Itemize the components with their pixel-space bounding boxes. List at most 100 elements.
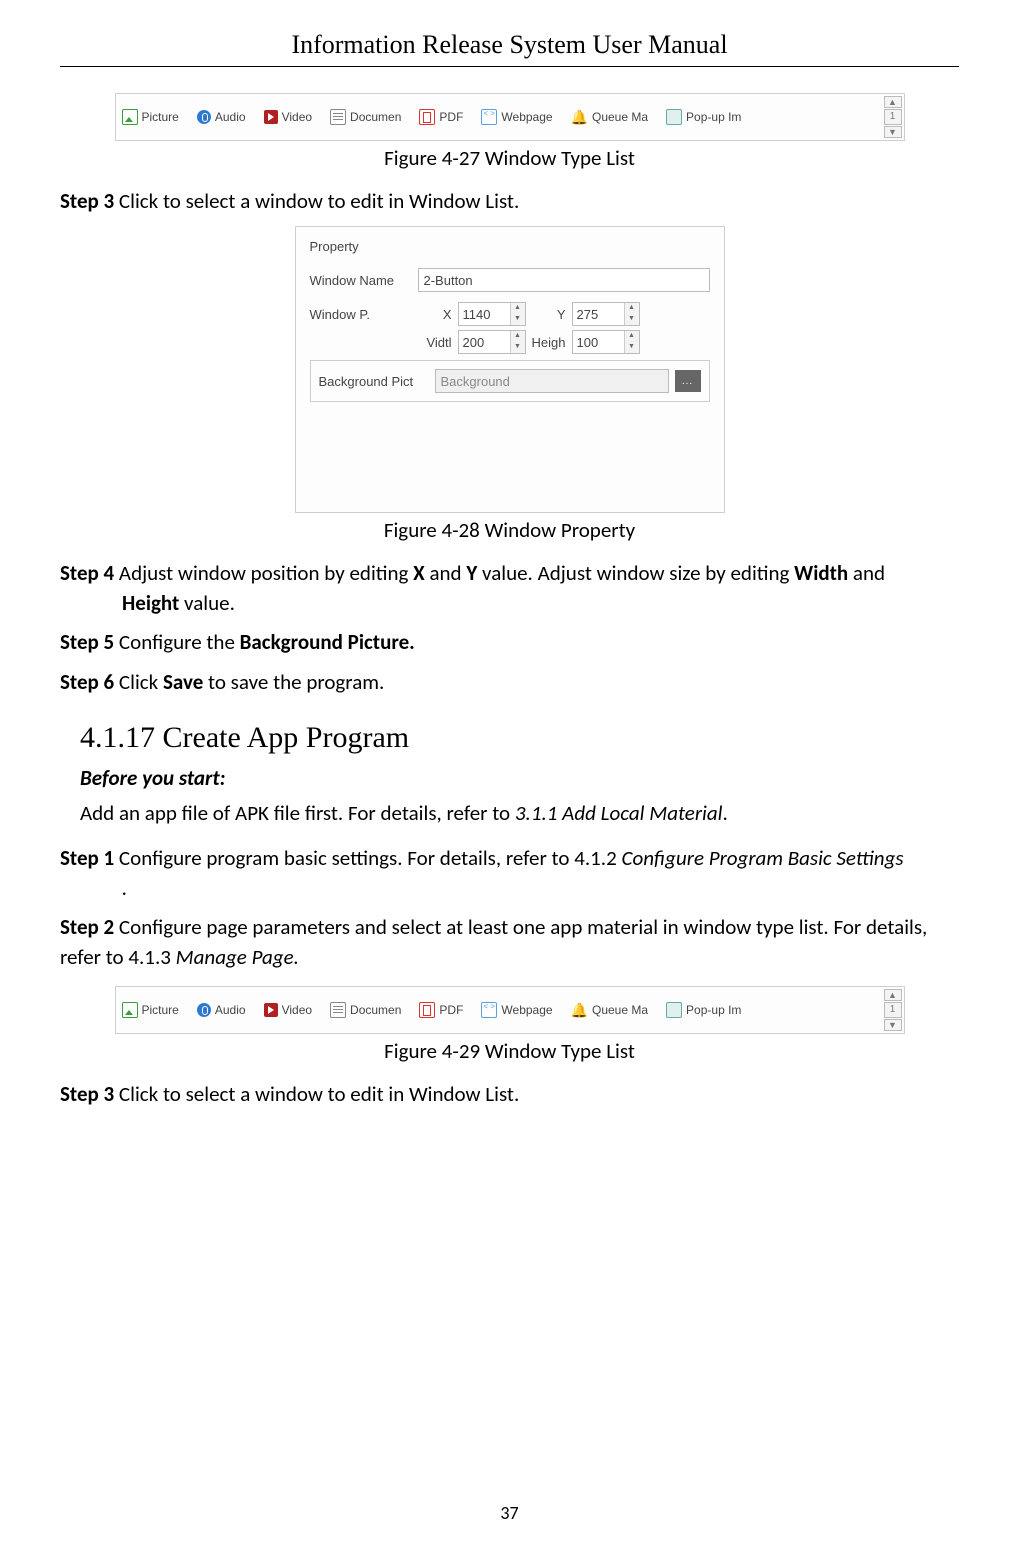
toolbar-item-audio[interactable]: Audio <box>197 110 246 124</box>
scroll-up-icon[interactable]: ▲ <box>884 96 902 108</box>
queue-icon: 🔔 <box>571 1003 588 1017</box>
toolbar-label: Queue Ma <box>592 110 648 124</box>
scroll-down-icon[interactable]: ▼ <box>884 126 902 138</box>
webpage-icon <box>481 109 497 125</box>
toolbar-label: Webpage <box>501 110 552 124</box>
step-text: value. Adjust window size by editing <box>477 560 794 586</box>
toolbar-item-picture[interactable]: Picture <box>122 109 179 125</box>
step-4: Step 4 Adjust window position by editing… <box>60 559 959 618</box>
spinner-down-icon[interactable]: ▼ <box>625 342 639 353</box>
toolbar-item-video[interactable]: Video <box>264 1003 312 1017</box>
step-text: to save the program. <box>203 669 384 695</box>
height-label: Heigh <box>532 335 566 350</box>
toolbar-label: PDF <box>439 1003 463 1017</box>
text-fragment: 3.1.1 Add Local Material <box>515 800 723 826</box>
y-label: Y <box>532 307 566 322</box>
step-3b: Step 3 Click to select a window to edit … <box>60 1080 959 1109</box>
toolbar-item-webpage[interactable]: Webpage <box>481 1002 552 1018</box>
width-input[interactable]: 200 ▲▼ <box>458 330 526 354</box>
spinner-up-icon[interactable]: ▲ <box>625 331 639 342</box>
toolbar-item-video[interactable]: Video <box>264 110 312 124</box>
toolbar-label: Documen <box>350 110 401 124</box>
step-text: and <box>425 560 467 586</box>
spinner-up-icon[interactable]: ▲ <box>625 303 639 314</box>
toolbar-item-popup[interactable]: Pop-up Im <box>666 109 741 125</box>
picture-icon <box>122 109 138 125</box>
audio-icon <box>197 110 211 124</box>
background-picture-label: Background Pict <box>319 374 429 389</box>
toolbar-item-popup[interactable]: Pop-up Im <box>666 1002 741 1018</box>
window-name-input[interactable]: 2-Button <box>418 268 710 292</box>
window-name-label: Window Name <box>310 273 410 288</box>
step-label: Step 2 <box>60 914 114 940</box>
audio-icon <box>197 1003 211 1017</box>
figure-caption-29: Figure 4-29 Window Type List <box>60 1038 959 1064</box>
step-5: Step 5 Configure the Background Picture. <box>60 628 959 657</box>
step-label: Step 3 <box>60 188 114 214</box>
y-input[interactable]: 275 ▲▼ <box>572 302 640 326</box>
video-icon <box>264 1003 278 1017</box>
step-text: value. <box>179 590 235 616</box>
toolbar-item-picture[interactable]: Picture <box>122 1002 179 1018</box>
window-property-panel: Property Window Name 2-Button Window P. … <box>295 226 725 513</box>
step-text: Width <box>794 560 848 586</box>
toolbar-item-pdf[interactable]: PDF <box>419 1002 463 1018</box>
scroll-value: 1 <box>884 109 902 125</box>
toolbar-label: Video <box>282 110 312 124</box>
toolbar-item-audio[interactable]: Audio <box>197 1003 246 1017</box>
toolbar-label: Pop-up Im <box>686 110 741 124</box>
scroll-down-icon[interactable]: ▼ <box>884 1019 902 1031</box>
toolbar-scroll[interactable]: ▲ 1 ▼ <box>884 96 902 138</box>
toolbar-item-document[interactable]: Documen <box>330 109 401 125</box>
window-type-toolbar-2: Picture Audio Video Documen PDF Webpage … <box>115 986 905 1034</box>
background-picture-field[interactable]: Background <box>435 369 669 393</box>
spinner-up-icon[interactable]: ▲ <box>511 331 525 342</box>
before-you-start: Before you start: <box>80 765 959 791</box>
step-1: Step 1 Configure program basic settings.… <box>60 844 959 903</box>
webpage-icon <box>481 1002 497 1018</box>
step-text: Save <box>163 669 203 695</box>
toolbar-scroll[interactable]: ▲ 1 ▼ <box>884 989 902 1031</box>
text-fragment: . <box>722 800 727 826</box>
document-icon <box>330 1002 346 1018</box>
step-3a: Step 3 Click to select a window to edit … <box>60 187 959 216</box>
height-value: 100 <box>573 331 624 353</box>
video-icon <box>264 110 278 124</box>
toolbar-item-webpage[interactable]: Webpage <box>481 109 552 125</box>
step-text: Y <box>466 560 477 586</box>
toolbar-label: Pop-up Im <box>686 1003 741 1017</box>
toolbar-label: Audio <box>215 1003 246 1017</box>
background-picture-group: Background Pict Background ... <box>310 360 710 402</box>
step-text: Click to select a window to edit in Wind… <box>114 188 519 214</box>
figure-caption-28: Figure 4-28 Window Property <box>60 517 959 543</box>
window-type-toolbar: Picture Audio Video Documen PDF Webpage … <box>115 93 905 141</box>
popup-icon <box>666 1002 682 1018</box>
scroll-value: 1 <box>884 1002 902 1018</box>
step-text: X <box>413 560 425 586</box>
x-input[interactable]: 1140 ▲▼ <box>458 302 526 326</box>
before-text: Add an app file of APK file first. For d… <box>80 799 959 828</box>
background-browse-button[interactable]: ... <box>675 370 701 392</box>
toolbar-item-queue[interactable]: 🔔 Queue Ma <box>571 110 648 124</box>
toolbar-item-document[interactable]: Documen <box>330 1002 401 1018</box>
page-number: 37 <box>0 1502 1019 1524</box>
spinner-down-icon[interactable]: ▼ <box>625 314 639 325</box>
width-value: 200 <box>459 331 510 353</box>
height-input[interactable]: 100 ▲▼ <box>572 330 640 354</box>
spinner-down-icon[interactable]: ▼ <box>511 314 525 325</box>
pdf-icon <box>419 1002 435 1018</box>
toolbar-item-queue[interactable]: 🔔 Queue Ma <box>571 1003 648 1017</box>
section-heading: 4.1.17 Create App Program <box>80 721 959 755</box>
page-header-title: Information Release System User Manual <box>60 30 959 60</box>
header-rule <box>60 66 959 67</box>
popup-icon <box>666 109 682 125</box>
property-title: Property <box>310 239 710 254</box>
toolbar-label: Queue Ma <box>592 1003 648 1017</box>
scroll-up-icon[interactable]: ▲ <box>884 989 902 1001</box>
step-label: Step 5 <box>60 629 114 655</box>
toolbar-item-pdf[interactable]: PDF <box>419 109 463 125</box>
step-text: Background Picture. <box>240 629 415 655</box>
spinner-down-icon[interactable]: ▼ <box>511 342 525 353</box>
window-position-label: Window P. <box>310 307 410 322</box>
spinner-up-icon[interactable]: ▲ <box>511 303 525 314</box>
